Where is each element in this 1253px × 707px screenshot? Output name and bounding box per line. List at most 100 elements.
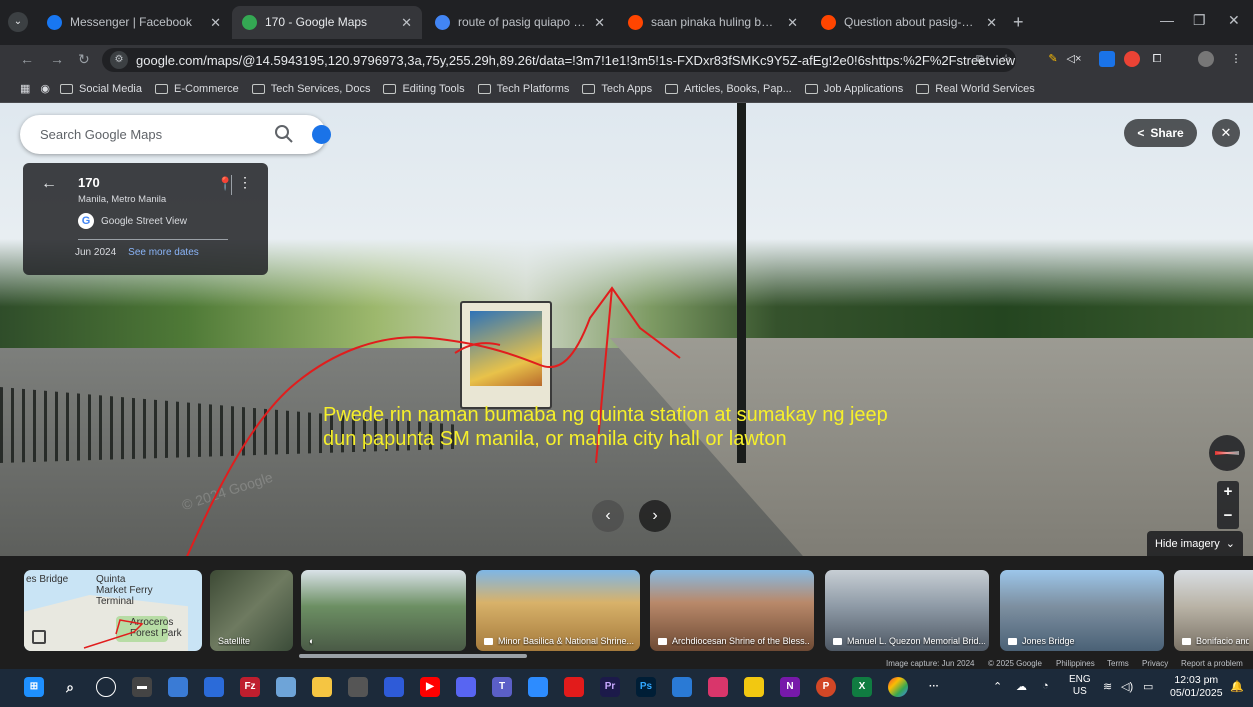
new-tab-button[interactable]: + — [1013, 12, 1024, 33]
forward-icon[interactable]: → — [50, 51, 64, 67]
photo-thumbnail-3[interactable]: Archdiocesan Shrine of the Bless... — [650, 570, 814, 651]
search-taskbar-icon[interactable]: ⌕ — [60, 677, 80, 697]
compass-icon[interactable] — [1209, 435, 1245, 471]
photo-thumbnail-5[interactable]: Jones Bridge — [1000, 570, 1164, 651]
photo-thumbnail-1[interactable]: ◐ — [301, 570, 466, 651]
close-tab-icon[interactable]: ✕ — [986, 6, 997, 39]
chrome-app-icon[interactable] — [888, 677, 908, 697]
hide-imagery-button[interactable]: Hide imagery ⌄ — [1147, 531, 1243, 556]
tab-reddit-route[interactable]: route of pasig quiapo jeep reddi ✕ — [425, 6, 615, 39]
next-image-icon[interactable]: › — [639, 500, 671, 532]
share-button[interactable]: < Share — [1124, 119, 1197, 147]
close-street-view-icon[interactable]: ✕ — [1212, 119, 1240, 147]
discord-app-icon[interactable] — [456, 677, 476, 697]
bookmark-tech-apps[interactable]: Tech Apps — [582, 83, 652, 95]
bookmark-articles[interactable]: Articles, Books, Pap... — [665, 83, 792, 95]
bookmark-real-world-services[interactable]: Real World Services — [916, 83, 1035, 95]
battery-icon[interactable]: ▭ — [1143, 680, 1153, 693]
extension-red-icon[interactable] — [1124, 51, 1140, 67]
filezilla-app-icon[interactable]: Fz — [240, 677, 260, 697]
site-info-icon[interactable]: ⚙ — [110, 51, 128, 69]
people-app-icon[interactable] — [204, 677, 224, 697]
close-tab-icon[interactable]: ✕ — [787, 6, 798, 39]
zoom-app-icon[interactable] — [528, 677, 548, 697]
previous-image-icon[interactable]: ‹ — [592, 500, 624, 532]
photos-app-icon[interactable] — [168, 677, 188, 697]
bookmark-tech-services[interactable]: Tech Services, Docs — [251, 83, 370, 95]
file-explorer-icon[interactable] — [312, 677, 332, 697]
language-indicator[interactable]: ENG US — [1069, 674, 1091, 698]
report-problem-link[interactable]: Report a problem — [1181, 659, 1243, 668]
task-view-icon[interactable] — [96, 677, 116, 697]
excel-app-icon[interactable]: X — [852, 677, 872, 697]
install-app-icon[interactable]: ⧉ — [972, 51, 988, 67]
close-tab-icon[interactable]: ✕ — [594, 6, 605, 39]
teams-app-icon[interactable]: T — [492, 677, 512, 697]
onenote-app-icon[interactable]: N — [780, 677, 800, 697]
powerpoint-app-icon[interactable]: P — [816, 677, 836, 697]
extensions-puzzle-icon[interactable]: ⧠ — [1149, 51, 1165, 67]
premiere-app-icon[interactable]: Pr — [600, 677, 620, 697]
address-bar[interactable]: ⚙ google.com/maps/@14.5943195,120.979697… — [102, 48, 1016, 72]
tab-messenger[interactable]: Messenger | Facebook ✕ — [37, 6, 231, 39]
app-icon-20[interactable] — [708, 677, 728, 697]
search-icon[interactable] — [274, 124, 294, 144]
restore-icon[interactable]: ❐ — [1193, 12, 1206, 29]
volume-icon[interactable]: ◁) — [1121, 680, 1133, 693]
zoom-out-icon[interactable]: − — [1217, 505, 1239, 529]
bookmark-e-commerce[interactable]: E-Commerce — [155, 83, 239, 95]
tab-search-icon[interactable]: ⌄ — [8, 12, 28, 32]
mute-tab-icon[interactable]: ◁× — [1066, 51, 1082, 67]
app-icon-9[interactable] — [348, 677, 368, 697]
directions-icon[interactable] — [312, 125, 331, 144]
photo-thumbnail-4[interactable]: Manuel L. Quezon Memorial Brid... — [825, 570, 989, 651]
sync-icon[interactable]: ◔ — [1042, 680, 1049, 692]
see-more-dates-link[interactable]: See more dates — [128, 247, 199, 258]
location-pin-icon[interactable]: 📍 — [217, 176, 233, 192]
bookmark-social-media[interactable]: Social Media — [60, 83, 142, 95]
photoshop-app-icon[interactable]: Ps — [636, 677, 656, 697]
privacy-link[interactable]: Privacy — [1142, 659, 1168, 668]
show-hidden-icons[interactable]: ⌃ — [993, 680, 1002, 693]
app-icon-10[interactable] — [384, 677, 404, 697]
country-link[interactable]: Philippines — [1056, 659, 1095, 668]
tab-google-maps[interactable]: 170 - Google Maps ✕ — [232, 6, 422, 39]
search-input[interactable] — [38, 126, 248, 143]
windows-start-icon[interactable]: ⊞ — [24, 677, 44, 697]
bookmark-editing-tools[interactable]: Editing Tools — [383, 83, 465, 95]
terminal-app-icon[interactable]: ▬ — [132, 677, 152, 697]
terms-link[interactable]: Terms — [1107, 659, 1129, 668]
extension-blue-icon[interactable] — [1099, 51, 1115, 67]
reload-icon[interactable]: ↻ — [78, 51, 90, 68]
notification-bell-icon[interactable]: 🔔 — [1230, 680, 1244, 693]
profile-avatar-icon[interactable] — [1198, 51, 1214, 67]
clock[interactable]: 12:03 pm 05/01/2025 — [1170, 674, 1223, 700]
power-bi-app-icon[interactable] — [744, 677, 764, 697]
onedrive-icon[interactable]: ☁ — [1016, 680, 1027, 693]
zoom-in-icon[interactable]: + — [1217, 481, 1239, 505]
app-icon-19[interactable] — [672, 677, 692, 697]
tab-reddit-question[interactable]: Question about pasig-quiapo je ✕ — [811, 6, 1007, 39]
satellite-thumbnail[interactable]: Satellite — [210, 570, 293, 651]
back-arrow-icon[interactable]: ← — [41, 175, 57, 193]
chrome-icon[interactable]: ◉ — [40, 82, 50, 95]
chrome-menu-icon[interactable]: ⋮ — [1228, 51, 1244, 67]
photo-thumbnail-6[interactable]: Bonifacio and — [1174, 570, 1253, 651]
back-icon[interactable]: ← — [20, 51, 34, 67]
minimize-icon[interactable]: — — [1160, 12, 1174, 28]
apps-grid-icon[interactable]: ▦ — [20, 82, 30, 95]
acrobat-app-icon[interactable] — [564, 677, 584, 697]
extension-highlighter-icon[interactable]: ✎ — [1045, 51, 1061, 67]
window-close-icon[interactable]: ✕ — [1228, 12, 1240, 29]
tab-reddit-baba[interactable]: saan pinaka huling baba ng pa ✕ — [618, 6, 808, 39]
bookmark-tech-platforms[interactable]: Tech Platforms — [477, 83, 569, 95]
photo-thumbnail-2[interactable]: Minor Basilica & National Shrine... — [476, 570, 640, 651]
more-apps-icon[interactable]: ··· — [924, 677, 944, 697]
more-options-icon[interactable]: ⋮ — [238, 174, 252, 191]
map-thumbnail[interactable]: es Bridge Quinta Market Ferry Terminal A… — [24, 570, 202, 651]
close-tab-icon[interactable]: ✕ — [401, 6, 412, 39]
wifi-icon[interactable]: ≋ — [1103, 680, 1112, 693]
bookmark-job-applications[interactable]: Job Applications — [804, 83, 903, 95]
youtube-app-icon[interactable]: ▶ — [420, 677, 440, 697]
close-tab-icon[interactable]: ✕ — [210, 6, 221, 39]
